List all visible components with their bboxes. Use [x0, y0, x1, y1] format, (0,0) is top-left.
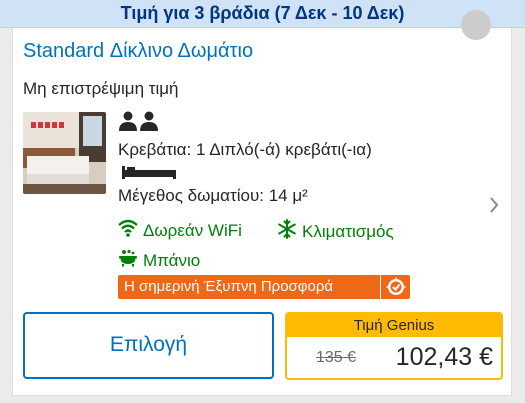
beds-info: Κρεβάτια: 1 Διπλό(-ά) κρεβάτι(-ια) [118, 139, 418, 186]
stay-summary-banner: Τιμή για 3 βράδια (7 Δεκ - 10 Δεκ) [0, 0, 525, 28]
room-photo[interactable] [23, 112, 106, 194]
room-title[interactable]: Standard Δίκλινο Δωμάτιο [23, 40, 253, 63]
wifi-icon [118, 219, 138, 242]
facility-ac-label: Κλιματισμός [302, 221, 394, 241]
smart-deal-label: Η σημερινή Έξυπνη Προσφορά [124, 278, 334, 295]
snowflake-icon [277, 219, 297, 244]
genius-price-header: Τιμή Genius [287, 314, 501, 337]
original-price: 135 € [316, 349, 357, 366]
facility-wifi: Δωρεάν WiFi [118, 219, 242, 242]
select-button[interactable]: Επιλογή [23, 312, 274, 379]
partial-circle-button[interactable] [461, 10, 491, 40]
bathtub-icon [118, 249, 138, 272]
room-size: Μέγεθος δωματίου: 14 μ² [118, 186, 308, 205]
room-photo-image [23, 112, 106, 194]
two-persons-icon [118, 111, 160, 138]
rate-type: Μη επιστρέψιμη τιμή [23, 79, 179, 98]
beds-text: Κρεβάτια: 1 Διπλό(-ά) κρεβάτι(-ια) [118, 140, 372, 159]
facility-bath: Μπάνιο [118, 249, 200, 272]
genius-price-box: Τιμή Genius 135 € 102,43 € [285, 312, 503, 380]
smart-deal-badge: Η σημερινή Έξυπνη Προσφορά [118, 275, 410, 299]
smart-deal-icon [380, 275, 410, 299]
double-bed-icon [121, 164, 177, 186]
discounted-price: 102,43 € [395, 343, 493, 371]
facility-ac: Κλιματισμός [277, 219, 394, 244]
chevron-right-icon[interactable] [489, 196, 499, 219]
facility-bath-label: Μπάνιο [143, 250, 201, 270]
facility-wifi-label: Δωρεάν WiFi [143, 220, 242, 240]
